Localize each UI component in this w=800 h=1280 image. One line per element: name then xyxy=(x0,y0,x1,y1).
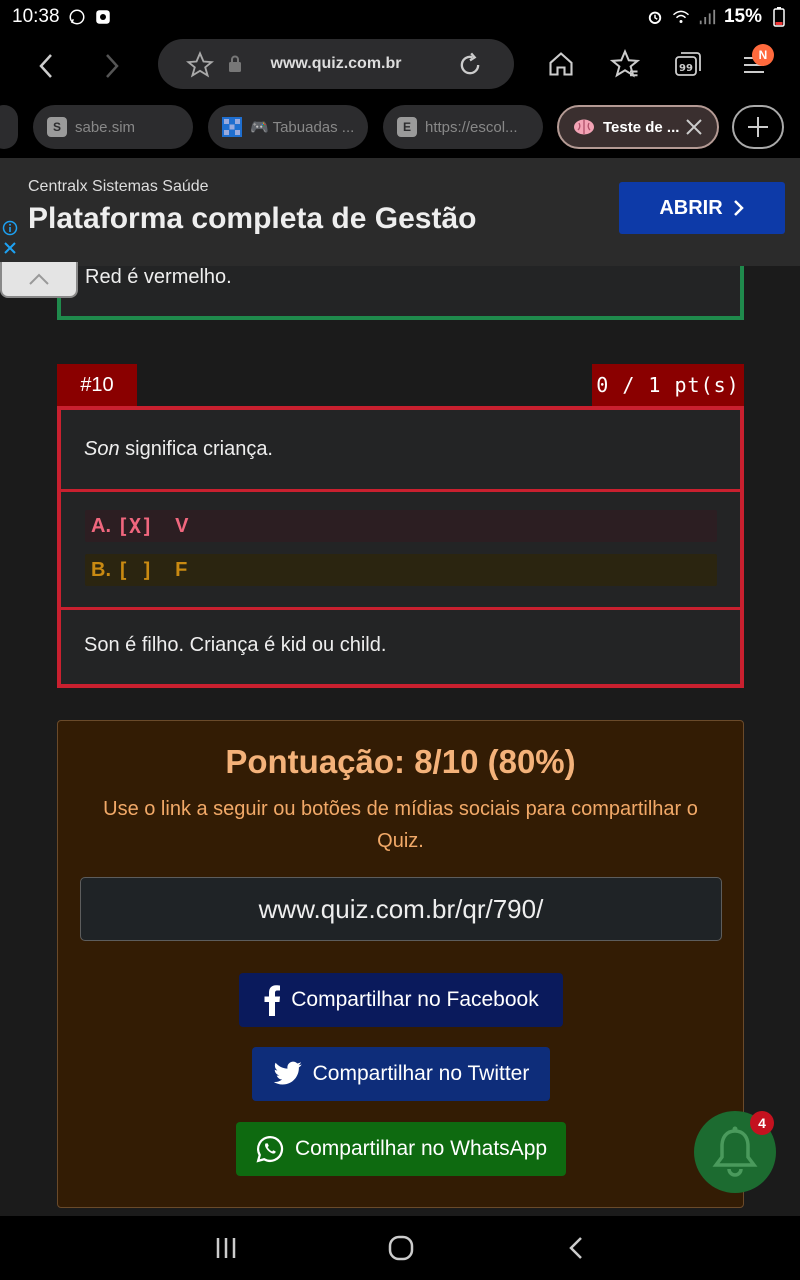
ad-collapse-button[interactable] xyxy=(0,262,78,298)
share-twitter-button[interactable]: Compartilhar no Twitter xyxy=(252,1047,550,1101)
tab-label: sabe.sim xyxy=(75,118,136,136)
ad-info-icon[interactable] xyxy=(2,220,18,236)
explanation-text: Son é filho. Criança é kid ou child. xyxy=(84,634,387,656)
wifi-icon xyxy=(672,8,690,26)
ad-open-label: ABRIR xyxy=(659,196,723,219)
forward-button[interactable] xyxy=(92,46,132,86)
ad-banner[interactable]: Centralx Sistemas Saúde Plataforma compl… xyxy=(0,158,800,266)
screen: 10:38 15% www.quiz.com.br 99 N S sabe.si… xyxy=(0,0,800,1280)
menu-notification-badge: N xyxy=(752,44,774,66)
back-chevron-icon xyxy=(569,1237,582,1259)
option-letter: B. xyxy=(91,558,111,581)
option-value: V xyxy=(175,514,189,537)
clock: 10:38 xyxy=(12,6,60,27)
home-icon xyxy=(549,52,573,76)
chevron-right-icon xyxy=(733,200,744,216)
option-b: B. [ ] F xyxy=(85,554,717,586)
system-nav-bar xyxy=(0,1216,800,1280)
whatsapp-icon xyxy=(256,1135,284,1163)
question-text: significa criança. xyxy=(119,438,273,460)
option-mark: [X] xyxy=(117,514,154,538)
new-tab-button[interactable] xyxy=(732,105,784,149)
bookmarks-star-icon xyxy=(610,49,640,78)
address-bar[interactable]: www.quiz.com.br xyxy=(158,39,514,89)
score-description: Use o link a seguir ou botões de mídias … xyxy=(103,798,698,852)
status-bar: 10:38 15% xyxy=(0,0,800,34)
question-number-badge: #10 xyxy=(57,364,137,406)
tab-favicon: S xyxy=(47,117,67,137)
tabs-counter-icon: 99 xyxy=(675,52,701,76)
recent-apps-icon xyxy=(216,1238,236,1258)
recent-apps-button[interactable] xyxy=(206,1230,246,1266)
ad-headline: Plataforma completa de Gestão xyxy=(28,202,477,235)
tab-favicon: E xyxy=(397,117,417,137)
chevron-left-icon xyxy=(39,54,52,78)
whatsapp-notification-icon xyxy=(68,8,86,26)
brain-favicon-icon xyxy=(573,118,595,136)
option-mark: [ ] xyxy=(117,558,154,582)
option-letter: A. xyxy=(91,514,111,537)
browser-toolbar: www.quiz.com.br 99 N xyxy=(0,34,800,96)
close-tab-icon[interactable] xyxy=(685,118,703,136)
share-whatsapp-label: Compartilhar no WhatsApp xyxy=(294,1137,548,1160)
score-title: Pontuação: 8/10 (80%) xyxy=(225,743,576,780)
twitter-icon xyxy=(273,1061,302,1085)
signal-icon xyxy=(698,8,716,26)
question-card: Son significa criança. A. [X] V B. [ ] F… xyxy=(57,406,744,688)
notification-count-badge: 4 xyxy=(750,1111,774,1135)
alarm-icon xyxy=(646,8,664,26)
tabs-button[interactable]: 99 xyxy=(668,44,708,84)
tab-teste-active[interactable]: Teste de ... xyxy=(557,105,719,149)
question-statement: Son significa criança. xyxy=(61,410,740,492)
chevron-right-icon xyxy=(106,54,119,78)
ad-open-button[interactable]: ABRIR xyxy=(619,182,785,234)
back-button[interactable] xyxy=(26,46,66,86)
home-nav-button[interactable] xyxy=(381,1230,421,1266)
tab-partial[interactable] xyxy=(0,105,18,149)
facebook-icon xyxy=(264,985,281,1016)
ad-close-icon[interactable] xyxy=(2,240,18,256)
tab-strip: S sabe.sim 🎮 Tabuadas ... E https://esco… xyxy=(0,96,800,158)
tab-label: Teste de ... xyxy=(603,118,680,136)
svg-text:99: 99 xyxy=(679,63,693,74)
plus-icon xyxy=(748,117,768,137)
tab-escola[interactable]: E https://escol... xyxy=(383,105,543,149)
option-a: A. [X] V xyxy=(85,510,717,542)
home-button[interactable] xyxy=(541,44,581,84)
menu-button[interactable]: N xyxy=(734,44,774,84)
question-explanation: Son é filho. Criança é kid ou child. xyxy=(61,610,740,688)
tab-tabuadas[interactable]: 🎮 Tabuadas ... xyxy=(208,105,368,149)
bookmarks-button[interactable] xyxy=(605,44,645,84)
tab-label: https://escol... xyxy=(425,118,518,136)
notification-bell-button[interactable]: 4 xyxy=(694,1111,776,1193)
question-points-badge: 0 / 1 pt(s) xyxy=(592,364,744,406)
share-twitter-label: Compartilhar no Twitter xyxy=(312,1062,530,1085)
reload-icon[interactable] xyxy=(456,51,484,84)
tab-sabe-sim[interactable]: S sabe.sim xyxy=(33,105,193,149)
chevron-up-icon xyxy=(29,273,49,285)
share-facebook-button[interactable]: Compartilhar no Facebook xyxy=(239,973,563,1027)
option-value: F xyxy=(175,558,188,581)
share-facebook-label: Compartilhar no Facebook xyxy=(291,988,539,1011)
ad-company: Centralx Sistemas Saúde xyxy=(28,178,209,195)
share-link-field[interactable]: www.quiz.com.br/qr/790/ xyxy=(80,877,722,941)
home-circle-icon xyxy=(388,1235,414,1261)
battery-icon xyxy=(770,7,788,27)
battery-level: 15% xyxy=(723,6,762,27)
previous-explanation: Red é vermelho. xyxy=(85,266,232,288)
score-panel: Pontuação: 8/10 (80%) Use o link a segui… xyxy=(57,720,744,1208)
back-nav-button[interactable] xyxy=(556,1230,596,1266)
bell-icon xyxy=(712,1126,758,1177)
question-options: A. [X] V B. [ ] F xyxy=(61,492,740,610)
app-notification-icon xyxy=(94,8,112,26)
grid-favicon-icon xyxy=(222,117,242,137)
tab-label: 🎮 Tabuadas ... xyxy=(250,119,355,136)
share-whatsapp-button[interactable]: Compartilhar no WhatsApp xyxy=(236,1122,566,1176)
question-word: Son xyxy=(84,438,120,460)
